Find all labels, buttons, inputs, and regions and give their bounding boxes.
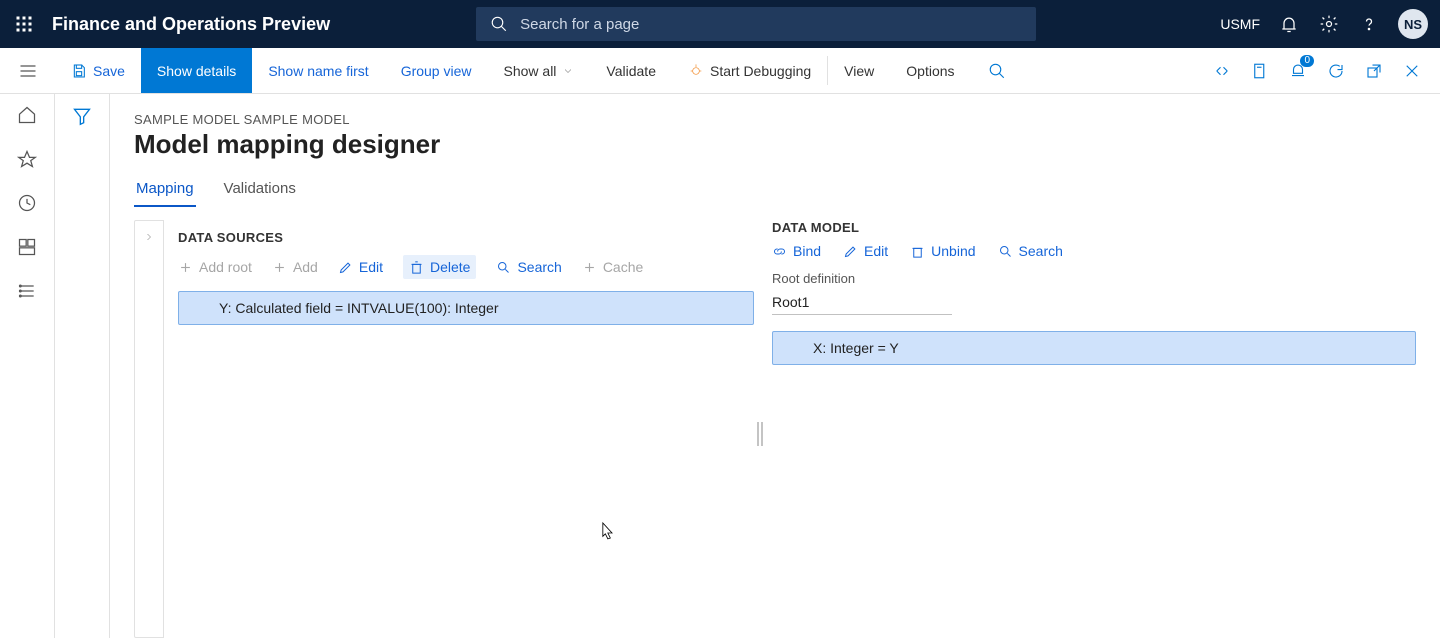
options-menu[interactable]: Options <box>890 48 970 93</box>
page-title: Model mapping designer <box>134 129 1416 160</box>
show-details-button[interactable]: Show details <box>141 48 252 93</box>
tab-validations[interactable]: Validations <box>222 174 298 207</box>
filter-icon[interactable] <box>72 106 92 638</box>
app-title: Finance and Operations Preview <box>52 14 330 35</box>
star-icon[interactable] <box>16 148 38 170</box>
left-rail <box>0 94 55 638</box>
data-source-types-handle[interactable] <box>134 220 164 638</box>
root-definition-label: Root definition <box>772 271 1416 286</box>
splitter-handle[interactable] <box>756 420 764 448</box>
show-details-label: Show details <box>157 63 236 79</box>
close-icon[interactable] <box>1402 61 1422 81</box>
unbind-button[interactable]: Unbind <box>910 243 975 259</box>
notifications-panel-icon[interactable]: 0 <box>1288 61 1308 81</box>
add-root-button[interactable]: Add root <box>178 259 252 275</box>
refresh-icon[interactable] <box>1326 61 1346 81</box>
waffle-icon[interactable] <box>12 12 36 36</box>
save-label: Save <box>93 63 125 79</box>
data-source-row[interactable]: Y: Calculated field = INTVALUE(100): Int… <box>178 291 754 325</box>
start-debugging-button[interactable]: Start Debugging <box>672 48 827 93</box>
search-icon <box>488 13 510 35</box>
dm-edit-button[interactable]: Edit <box>843 243 888 259</box>
validate-button[interactable]: Validate <box>590 48 672 93</box>
add-button[interactable]: Add <box>272 259 318 275</box>
notification-count: 0 <box>1300 55 1314 67</box>
ds-edit-button[interactable]: Edit <box>338 259 383 275</box>
group-view-button[interactable]: Group view <box>385 48 488 93</box>
dm-search-button[interactable]: Search <box>998 243 1063 259</box>
modules-icon[interactable] <box>16 280 38 302</box>
tab-mapping[interactable]: Mapping <box>134 174 196 207</box>
global-search[interactable] <box>476 7 1036 41</box>
ds-search-button[interactable]: Search <box>496 259 561 275</box>
show-all-dropdown[interactable]: Show all <box>488 48 591 93</box>
cache-button[interactable]: Cache <box>582 259 643 275</box>
recent-icon[interactable] <box>16 192 38 214</box>
help-icon[interactable] <box>1358 13 1380 35</box>
global-search-input[interactable] <box>520 16 1024 33</box>
chevron-down-icon <box>562 65 574 77</box>
bug-icon <box>688 63 704 79</box>
save-button[interactable]: Save <box>55 48 141 93</box>
gear-icon[interactable] <box>1318 13 1340 35</box>
view-menu[interactable]: View <box>828 48 890 93</box>
attachments-icon[interactable] <box>1250 61 1270 81</box>
breadcrumb: SAMPLE MODEL SAMPLE MODEL <box>134 112 1416 127</box>
root-definition-value[interactable]: Root1 <box>772 290 952 315</box>
workspaces-icon[interactable] <box>16 236 38 258</box>
open-in-new-icon[interactable] <box>1364 61 1384 81</box>
bind-button[interactable]: Bind <box>772 243 821 259</box>
hamburger-icon[interactable] <box>17 60 39 82</box>
home-icon[interactable] <box>16 104 38 126</box>
search-icon <box>987 61 1007 81</box>
link-companies-icon[interactable] <box>1212 61 1232 81</box>
bell-icon[interactable] <box>1278 13 1300 35</box>
company-picker[interactable]: USMF <box>1220 16 1260 32</box>
data-sources-heading: DATA SOURCES <box>178 230 754 245</box>
data-model-row[interactable]: X: Integer = Y <box>772 331 1416 365</box>
avatar[interactable]: NS <box>1398 9 1428 39</box>
data-model-heading: DATA MODEL <box>772 220 1416 235</box>
action-search-button[interactable] <box>971 48 1023 93</box>
ds-delete-button[interactable]: Delete <box>403 255 476 279</box>
show-name-first-button[interactable]: Show name first <box>252 48 384 93</box>
